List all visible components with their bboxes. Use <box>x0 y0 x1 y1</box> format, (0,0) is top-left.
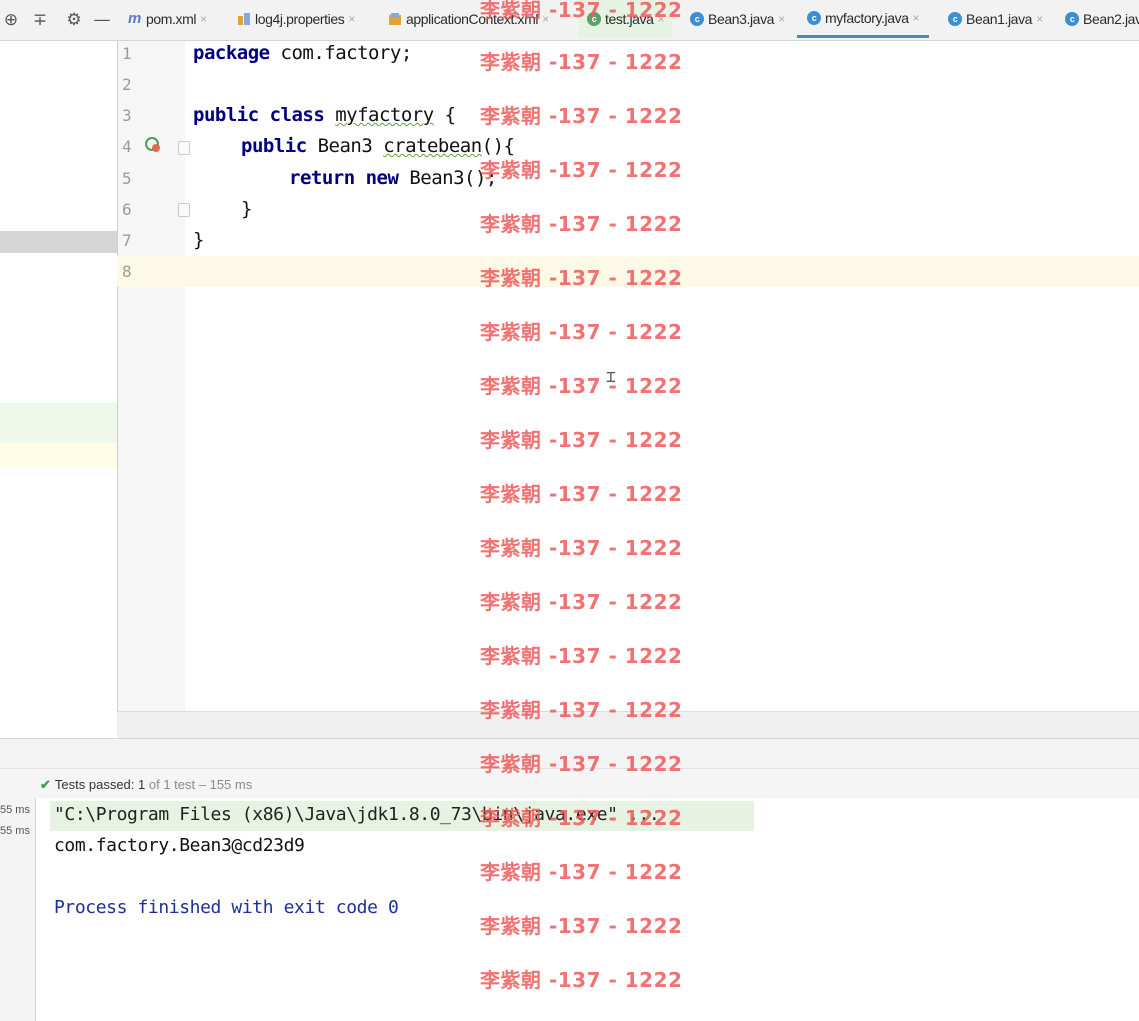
tab-test-java[interactable]: c test.java × <box>579 0 673 38</box>
project-selected-row[interactable] <box>0 231 117 253</box>
code-line-1: package com.factory; <box>193 42 412 64</box>
status-prefix: Tests passed: <box>54 777 135 792</box>
close-icon[interactable]: × <box>658 12 665 26</box>
test-status-text: ✔ Tests passed: 1 of 1 test – 155 ms <box>40 777 252 793</box>
test-tree-panel[interactable]: 55 ms 55 ms <box>0 798 36 1021</box>
code-token: (){ <box>481 135 515 157</box>
tab-log4j-properties[interactable]: log4j.properties × <box>237 0 355 38</box>
text-cursor-icon: ⌶ <box>606 367 616 386</box>
tab-label: myfactory.java <box>825 9 909 26</box>
code-token: { <box>433 104 456 126</box>
status-suffix: of 1 test – 155 ms <box>148 777 253 792</box>
line-number: 8 <box>122 262 132 281</box>
maven-icon: m <box>128 10 141 27</box>
tab-label: Bean2.java <box>1083 11 1139 27</box>
tab-label: log4j.properties <box>255 11 345 27</box>
code-line-7: } <box>193 229 204 251</box>
line-number: 6 <box>122 200 132 219</box>
code-token: public <box>241 135 307 157</box>
code-token: public class <box>193 104 325 126</box>
class-icon: c <box>690 12 704 26</box>
code-line-6: } <box>241 198 252 220</box>
fold-marker-icon[interactable] <box>178 141 190 155</box>
line-number: 7 <box>122 231 132 250</box>
status-count: 1 <box>138 777 146 792</box>
project-row-highlight[interactable] <box>0 403 117 443</box>
globe-icon[interactable]: ⊕ <box>0 9 22 31</box>
test-duration: 55 ms <box>0 825 30 837</box>
console-exit-line: Process finished with exit code 0 <box>54 897 399 918</box>
code-line-4: public Bean3 cratebean(){ <box>241 135 515 157</box>
line-number: 1 <box>122 44 132 63</box>
code-line-5: return new Bean3(); <box>289 167 497 189</box>
line-number: 5 <box>122 169 132 188</box>
editor-bottom-bar <box>117 711 1139 739</box>
tab-pom-xml[interactable]: m pom.xml × <box>128 0 207 38</box>
close-icon[interactable]: × <box>200 12 207 26</box>
console-command-line: "C:\Program Files (x86)\Java\jdk1.8.0_73… <box>54 804 660 825</box>
project-row-highlight[interactable] <box>0 443 117 467</box>
collapse-icon[interactable]: ∓ <box>29 9 51 31</box>
code-token: cratebean <box>383 135 482 157</box>
class-icon: c <box>948 12 962 26</box>
tab-label: pom.xml <box>146 11 197 27</box>
tab-label: Bean3.java <box>708 11 775 27</box>
editor-tab-bar: ⊕ ∓ ⚙ — m pom.xml × log4j.properties × a… <box>0 0 1139 41</box>
tab-label: test.java <box>605 11 654 27</box>
tab-bean1-java[interactable]: c Bean1.java × <box>948 0 1043 38</box>
properties-icon <box>237 12 251 26</box>
close-icon[interactable]: × <box>348 12 355 26</box>
minimize-icon[interactable]: — <box>91 9 113 31</box>
fold-marker-icon[interactable] <box>178 203 190 217</box>
tab-label: applicationContext.xml <box>406 11 539 27</box>
test-status-bar: ✔ Tests passed: 1 of 1 test – 155 ms <box>0 768 1139 799</box>
class-icon: c <box>587 12 601 26</box>
check-icon: ✔ <box>40 777 51 792</box>
project-panel <box>0 41 117 738</box>
code-token: Bean3 <box>306 135 384 157</box>
test-duration: 55 ms <box>0 804 30 816</box>
run-toolwindow-header <box>0 738 1139 769</box>
code-token: Bean3(); <box>398 167 497 189</box>
line-number: 2 <box>122 75 132 94</box>
current-line-highlight <box>117 256 1139 287</box>
gear-icon[interactable]: ⚙ <box>63 9 85 31</box>
code-token: com.factory; <box>269 42 413 64</box>
line-number: 3 <box>122 106 132 125</box>
close-icon[interactable]: × <box>1036 12 1043 26</box>
class-icon: c <box>1065 12 1079 26</box>
tab-myfactory-java[interactable]: c myfactory.java × <box>797 0 930 38</box>
close-icon[interactable]: × <box>778 12 785 26</box>
tab-applicationcontext-xml[interactable]: applicationContext.xml × <box>388 0 549 38</box>
code-token: myfactory <box>335 104 434 126</box>
close-icon[interactable]: × <box>542 12 549 26</box>
code-line-3: public class myfactory { <box>193 104 456 126</box>
close-icon[interactable]: × <box>913 11 920 25</box>
tab-bean2-java[interactable]: c Bean2.java <box>1065 0 1139 38</box>
class-icon: c <box>807 10 821 25</box>
run-method-icon[interactable] <box>144 136 162 154</box>
code-token: return new <box>289 167 399 189</box>
tab-bean3-java[interactable]: c Bean3.java × <box>690 0 785 38</box>
code-token: package <box>193 42 270 64</box>
xml-icon <box>388 12 402 26</box>
console-output-line: com.factory.Bean3@cd23d9 <box>54 835 305 856</box>
tab-label: Bean1.java <box>966 11 1033 27</box>
